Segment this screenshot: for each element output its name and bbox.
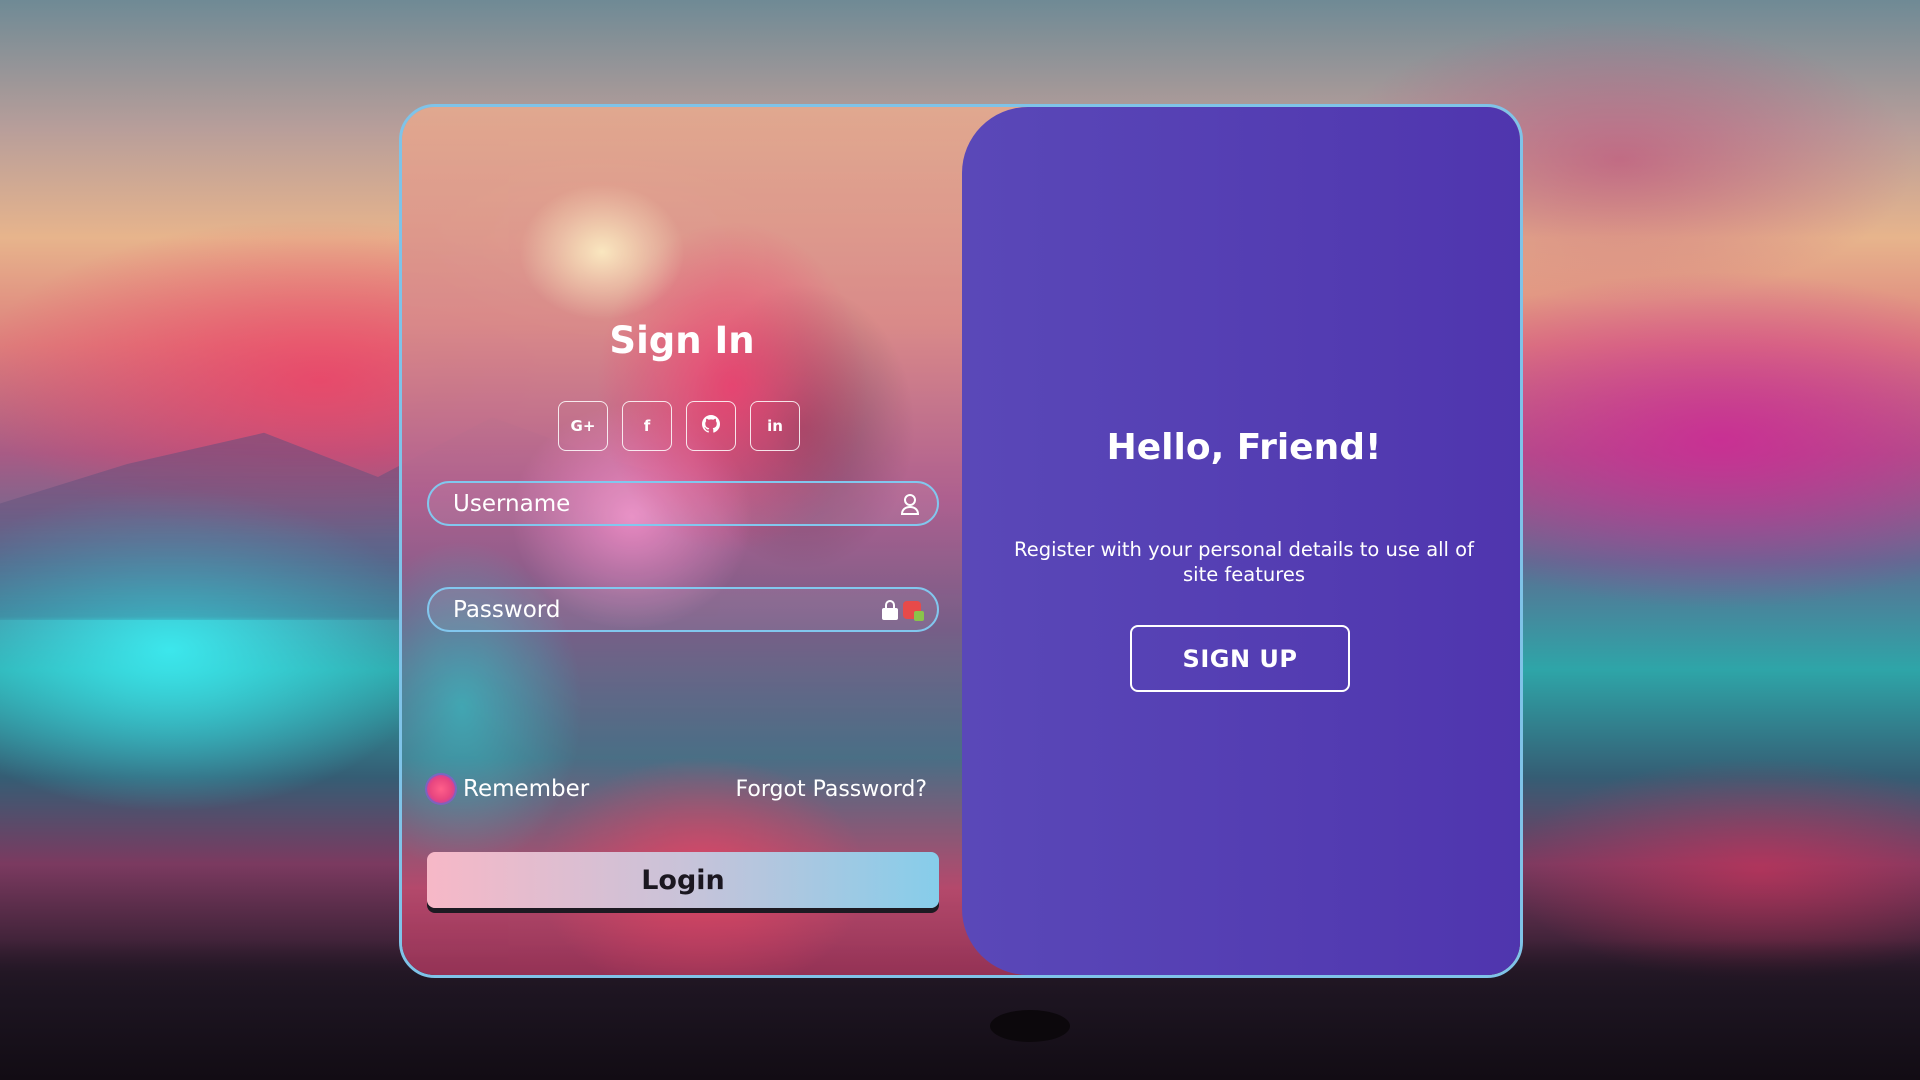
- signin-form: Sign In G+ f in Username Remember Forgot…: [402, 107, 962, 975]
- password-field: [427, 587, 939, 632]
- panel-title: Hello, Friend!: [1106, 427, 1382, 468]
- linkedin-icon: in: [767, 417, 783, 435]
- signup-panel: Hello, Friend! Register with your person…: [962, 107, 1520, 975]
- remember-label: Remember: [463, 776, 590, 802]
- github-icon: [702, 415, 721, 437]
- facebook-icon: f: [643, 417, 651, 435]
- user-icon: [899, 493, 921, 515]
- password-input[interactable]: [453, 596, 879, 623]
- github-button[interactable]: [686, 401, 736, 451]
- social-buttons: G+ f in: [558, 401, 800, 451]
- auth-card: Sign In G+ f in Username Remember Forgot…: [399, 104, 1523, 978]
- password-manager-icon[interactable]: [903, 600, 924, 621]
- signin-title: Sign In: [609, 319, 755, 362]
- linkedin-button[interactable]: in: [750, 401, 800, 451]
- login-button[interactable]: Login: [427, 852, 939, 908]
- checkbox-icon[interactable]: [427, 775, 455, 803]
- panel-description: Register with your personal details to u…: [1014, 538, 1474, 586]
- google-plus-icon: G+: [570, 417, 596, 435]
- username-field: [427, 481, 939, 526]
- rock: [990, 1010, 1070, 1042]
- username-input[interactable]: [453, 490, 899, 517]
- forgot-password-link[interactable]: Forgot Password?: [736, 777, 927, 802]
- remember-checkbox[interactable]: Remember: [427, 775, 589, 803]
- signup-button[interactable]: SIGN UP: [1130, 625, 1350, 692]
- remember-row: Remember Forgot Password?: [427, 772, 927, 806]
- facebook-button[interactable]: f: [622, 401, 672, 451]
- google-plus-button[interactable]: G+: [558, 401, 608, 451]
- lock-icon: [879, 599, 901, 621]
